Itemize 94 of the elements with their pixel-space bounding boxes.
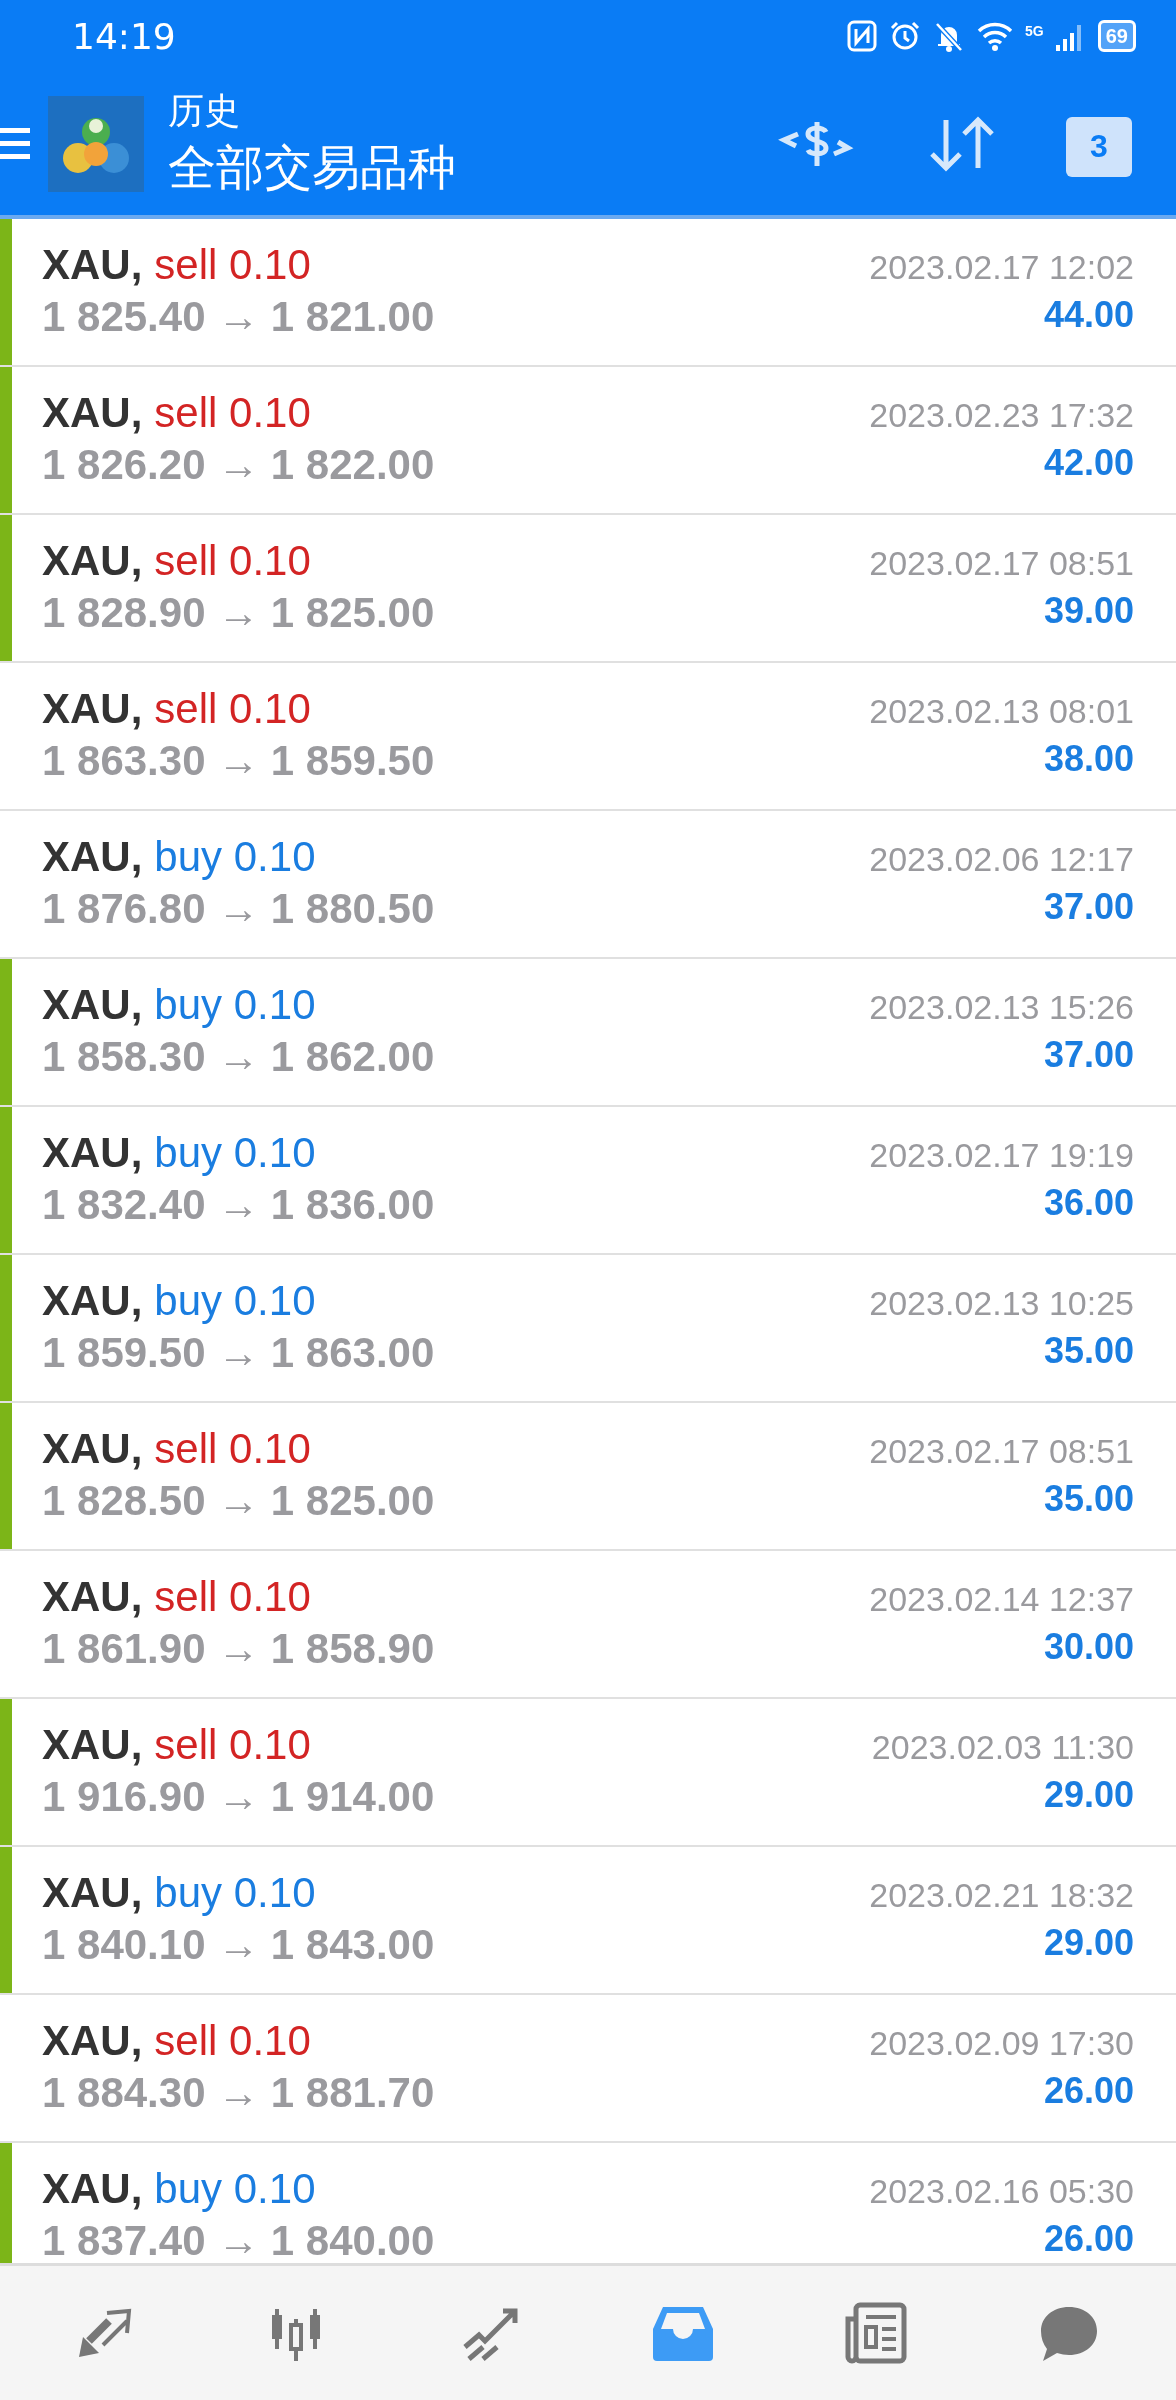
order-label: buy 0.10 — [154, 981, 316, 1029]
price-range: 1 876.80 → 1 880.50 — [42, 885, 436, 933]
symbol-label: XAU, — [42, 1573, 143, 1621]
symbol-label: XAU, — [42, 241, 143, 289]
price-range: 1 828.90 → 1 825.00 — [42, 589, 436, 637]
trade-time: 2023.02.06 12:17 — [869, 839, 1134, 879]
trade-row[interactable]: XAU, sell 0.10 1 828.90 → 1 825.00 2023.02.17 08:51 39.00 — [0, 515, 1176, 663]
trade-row[interactable]: XAU, sell 0.10 1 884.30 → 1 881.70 2023.02.09 17:30 26.00 — [0, 1995, 1176, 2143]
order-label: buy 0.10 — [154, 1869, 316, 1917]
order-label: sell 0.10 — [154, 1721, 311, 1769]
order-label: sell 0.10 — [154, 241, 311, 289]
battery-level: 69 — [1105, 24, 1128, 48]
price-range: 1 858.30 → 1 862.00 — [42, 1033, 436, 1081]
symbol-label: XAU, — [42, 1129, 143, 1177]
trade-time: 2023.02.21 18:32 — [869, 1875, 1134, 1915]
clock-time: 14:19 — [72, 15, 176, 57]
profit-value: 37.00 — [1043, 887, 1134, 927]
order-label: sell 0.10 — [154, 537, 311, 585]
price-range: 1 828.50 → 1 825.00 — [42, 1477, 436, 1525]
symbol-label: XAU, — [42, 1869, 143, 1917]
symbol-label: XAU, — [42, 2165, 143, 2213]
trade-time: 2023.02.17 19:19 — [869, 1135, 1134, 1175]
trade-time: 2023.02.17 12:02 — [869, 247, 1134, 287]
symbol-label: XAU, — [42, 2017, 143, 2065]
trade-time: 2023.02.13 10:25 — [869, 1283, 1134, 1323]
symbol-label: XAU, — [42, 685, 143, 733]
order-label: sell 0.10 — [154, 1573, 311, 1621]
profit-value: 26.00 — [1043, 2219, 1134, 2259]
trade-row[interactable]: XAU, buy 0.10 1 859.50 → 1 863.00 2023.02.13 10:25 35.00 — [0, 1255, 1176, 1403]
order-label: sell 0.10 — [154, 1425, 311, 1473]
order-label: sell 0.10 — [154, 2017, 311, 2065]
profit-value: 37.00 — [1043, 1035, 1134, 1075]
trade-time: 2023.02.16 05:30 — [869, 2171, 1134, 2211]
trade-time: 2023.02.09 17:30 — [869, 2023, 1134, 2063]
profit-value: 26.00 — [1043, 2071, 1134, 2111]
order-label: buy 0.10 — [154, 1129, 316, 1177]
profit-value: 36.00 — [1043, 1183, 1134, 1223]
price-range: 1 825.40 → 1 821.00 — [42, 293, 436, 341]
price-range: 1 832.40 → 1 836.00 — [42, 1181, 436, 1229]
trade-row[interactable]: XAU, buy 0.10 1 840.10 → 1 843.00 2023.02.21 18:32 29.00 — [0, 1847, 1176, 1995]
trade-row[interactable]: XAU, sell 0.10 1 826.20 → 1 822.00 2023.02.23 17:32 42.00 — [0, 367, 1176, 515]
calendar-day: 3 — [1090, 128, 1108, 165]
nfc-icon — [847, 20, 878, 52]
symbol-label: XAU, — [42, 981, 143, 1029]
price-range: 1 916.90 → 1 914.00 — [42, 1773, 436, 1821]
price-range: 1 861.90 → 1 858.90 — [42, 1625, 436, 1673]
trade-time: 2023.02.14 12:37 — [869, 1579, 1134, 1619]
newspaper-icon[interactable] — [843, 2301, 910, 2365]
symbol-label: XAU, — [42, 1277, 143, 1325]
profit-value: 44.00 — [1043, 295, 1134, 335]
trade-row[interactable]: XAU, buy 0.10 1 876.80 → 1 880.50 2023.02.06 12:17 37.00 — [0, 811, 1176, 959]
price-range: 1 859.50 → 1 863.00 — [42, 1329, 436, 1377]
profit-value: 35.00 — [1043, 1331, 1134, 1371]
price-range: 1 826.20 → 1 822.00 — [42, 441, 436, 489]
trade-row[interactable]: XAU, sell 0.10 1 825.40 → 1 821.00 2023.02.17 12:02 44.00 — [0, 219, 1176, 367]
symbol-label: XAU, — [42, 389, 143, 437]
trade-row[interactable]: XAU, buy 0.10 1 858.30 → 1 862.00 2023.02.13 15:26 37.00 — [0, 959, 1176, 1107]
profit-value: 38.00 — [1043, 739, 1134, 779]
trade-time: 2023.02.23 17:32 — [869, 395, 1134, 435]
symbol-filter[interactable]: 全部交易品种 — [168, 136, 774, 200]
symbol-label: XAU, — [42, 833, 143, 881]
network-type: 5G — [1025, 23, 1044, 39]
symbol-label: XAU, — [42, 537, 143, 585]
trade-row[interactable]: XAU, sell 0.10 1 828.50 → 1 825.00 2023.02.17 08:51 35.00 — [0, 1403, 1176, 1551]
price-range: 1 884.30 → 1 881.70 — [42, 2069, 436, 2117]
trade-time: 2023.02.13 08:01 — [869, 691, 1134, 731]
order-label: buy 0.10 — [154, 2165, 316, 2213]
trade-time: 2023.02.17 08:51 — [869, 543, 1134, 583]
trade-row[interactable]: XAU, sell 0.10 1 863.30 → 1 859.50 2023.02.13 08:01 38.00 — [0, 663, 1176, 811]
app-logo-icon — [48, 95, 144, 192]
order-label: buy 0.10 — [154, 833, 316, 881]
trade-row[interactable]: XAU, sell 0.10 1 861.90 → 1 858.90 2023.02.14 12:37 30.00 — [0, 1551, 1176, 1699]
trade-time: 2023.02.03 11:30 — [871, 1727, 1134, 1767]
price-range: 1 863.30 → 1 859.50 — [42, 737, 436, 785]
profit-value: 29.00 — [1043, 1775, 1134, 1815]
wifi-icon — [977, 20, 1014, 52]
symbol-label: XAU, — [42, 1425, 143, 1473]
trade-time: 2023.02.13 15:26 — [869, 987, 1134, 1027]
profit-value: 39.00 — [1043, 591, 1134, 631]
symbol-label: XAU, — [42, 1721, 143, 1769]
trade-time: 2023.02.17 08:51 — [869, 1431, 1134, 1471]
order-label: buy 0.10 — [154, 1277, 316, 1325]
alarm-icon — [889, 20, 922, 52]
price-range: 1 837.40 → 1 840.00 — [42, 2217, 436, 2263]
profit-value: 30.00 — [1043, 1627, 1134, 1667]
profit-value: 29.00 — [1043, 1923, 1134, 1963]
trade-row[interactable]: XAU, sell 0.10 1 916.90 → 1 914.00 2023.02.03 11:30 29.00 — [0, 1699, 1176, 1847]
order-label: sell 0.10 — [154, 685, 311, 733]
order-label: sell 0.10 — [154, 389, 311, 437]
screen-title: 历史 — [168, 89, 241, 133]
profit-value: 35.00 — [1043, 1479, 1134, 1519]
price-range: 1 840.10 → 1 843.00 — [42, 1921, 436, 1969]
trade-row[interactable]: XAU, buy 0.10 1 832.40 → 1 836.00 2023.02.17 19:19 36.00 — [0, 1107, 1176, 1255]
profit-value: 42.00 — [1043, 443, 1134, 483]
